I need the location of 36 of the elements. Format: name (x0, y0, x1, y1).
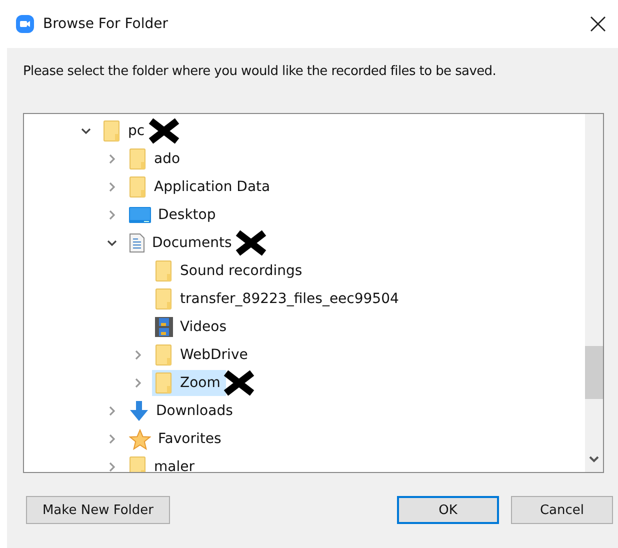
tree-item[interactable]: Downloads (126, 398, 239, 424)
star-icon (129, 428, 151, 450)
camera-app-icon (16, 15, 34, 33)
tree-item[interactable]: Sound recordings (152, 258, 308, 284)
close-icon[interactable] (590, 16, 606, 32)
tree-item[interactable]: Documents (126, 230, 238, 256)
chevron-down-icon[interactable] (589, 456, 599, 464)
down-arrow-icon (129, 401, 149, 421)
folder-icon (155, 288, 173, 310)
scrollbar[interactable] (585, 114, 603, 472)
folder-icon (155, 372, 173, 394)
tree-item[interactable]: Zoom (152, 370, 226, 396)
tree-item[interactable]: transfer_89223_files_eec99504 (152, 286, 405, 312)
monitor-icon (129, 207, 151, 223)
dialog-button[interactable]: Cancel (511, 496, 613, 524)
film-icon (155, 317, 173, 337)
dialog-button[interactable]: OK (397, 496, 499, 524)
window-title: Browse For Folder (43, 16, 168, 32)
scrollbar-thumb[interactable] (585, 346, 603, 399)
folder-icon (155, 260, 173, 282)
folder-icon (129, 148, 147, 170)
tree-item[interactable]: pc (100, 118, 151, 144)
tree-item[interactable]: ado (126, 146, 186, 172)
document-icon (129, 233, 145, 253)
tree-item[interactable]: WebDrive (152, 342, 254, 368)
tree-item[interactable]: Videos (152, 314, 233, 340)
instruction-text: Please select the folder where you would like the recorded files to be saved. (23, 64, 498, 79)
tree-item[interactable]: Favorites (126, 426, 228, 452)
folder-icon (129, 456, 147, 472)
tree-item[interactable]: Desktop (126, 202, 222, 228)
folder-icon (103, 120, 121, 142)
folder-icon (155, 344, 173, 366)
tree-item[interactable]: maler (126, 454, 200, 472)
tree-item[interactable]: Application Data (126, 174, 276, 200)
folder-icon (129, 176, 147, 198)
dialog-button[interactable]: Make New Folder (26, 496, 170, 524)
